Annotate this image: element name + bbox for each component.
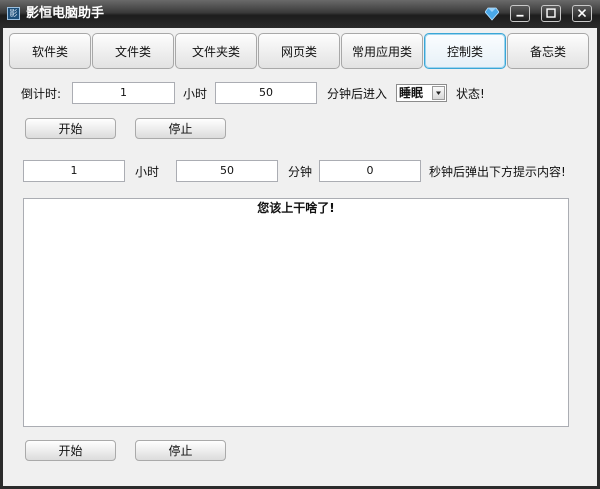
maximize-button[interactable] <box>541 5 561 22</box>
window-title: 影恒电脑助手 <box>26 6 105 21</box>
countdown-hours-unit: 小时 <box>183 87 208 101</box>
reminder-start-button[interactable]: 开始 <box>25 440 116 461</box>
reminder-hours-unit: 小时 <box>135 165 160 179</box>
app-icon: 影 <box>7 7 20 20</box>
tab-folder[interactable]: 文件夹类 <box>175 33 257 69</box>
power-mode-select[interactable]: 睡眠 <box>396 84 447 102</box>
client-area: 软件类 文件类 文件夹类 网页类 常用应用类 控制类 备忘类 倒计时: 1 小时… <box>3 28 597 486</box>
reminder-message-textarea[interactable]: 您该上干啥了! <box>23 198 569 427</box>
gem-icon[interactable] <box>485 7 499 21</box>
reminder-hours-input[interactable]: 1 <box>23 160 125 182</box>
close-icon <box>577 8 587 18</box>
power-mode-value: 睡眠 <box>399 86 424 100</box>
countdown-minutes-input[interactable]: 50 <box>215 82 317 104</box>
reminder-message-text: 您该上干啥了! <box>257 201 335 215</box>
app-window: 影 影恒电脑助手 软件类 文件类 文件夹类 网页类 常用应用类 控制类 备忘类 … <box>0 0 600 489</box>
countdown-hours-input[interactable]: 1 <box>72 82 175 104</box>
state-suffix: 状态! <box>456 87 485 101</box>
tab-file[interactable]: 文件类 <box>92 33 174 69</box>
countdown-start-button[interactable]: 开始 <box>25 118 116 139</box>
title-bar[interactable]: 影 影恒电脑助手 <box>0 0 600 28</box>
minimize-button[interactable] <box>510 5 530 22</box>
countdown-label: 倒计时: <box>21 87 62 101</box>
close-button[interactable] <box>572 5 592 22</box>
chevron-down-icon <box>436 91 441 95</box>
minimize-icon <box>516 14 524 17</box>
tab-common-apps[interactable]: 常用应用类 <box>341 33 423 69</box>
tab-control[interactable]: 控制类 <box>424 33 506 69</box>
maximize-icon <box>546 8 556 18</box>
reminder-minutes-unit: 分钟 <box>288 165 313 179</box>
dropdown-arrow[interactable] <box>432 86 445 100</box>
reminder-stop-button[interactable]: 停止 <box>135 440 226 461</box>
tab-web[interactable]: 网页类 <box>258 33 340 69</box>
tab-memo[interactable]: 备忘类 <box>507 33 589 69</box>
countdown-stop-button[interactable]: 停止 <box>135 118 226 139</box>
tab-software[interactable]: 软件类 <box>9 33 91 69</box>
reminder-seconds-input[interactable]: 0 <box>319 160 421 182</box>
countdown-minutes-suffix: 分钟后进入 <box>327 87 388 101</box>
reminder-seconds-suffix: 秒钟后弹出下方提示内容! <box>429 165 566 179</box>
reminder-minutes-input[interactable]: 50 <box>176 160 278 182</box>
